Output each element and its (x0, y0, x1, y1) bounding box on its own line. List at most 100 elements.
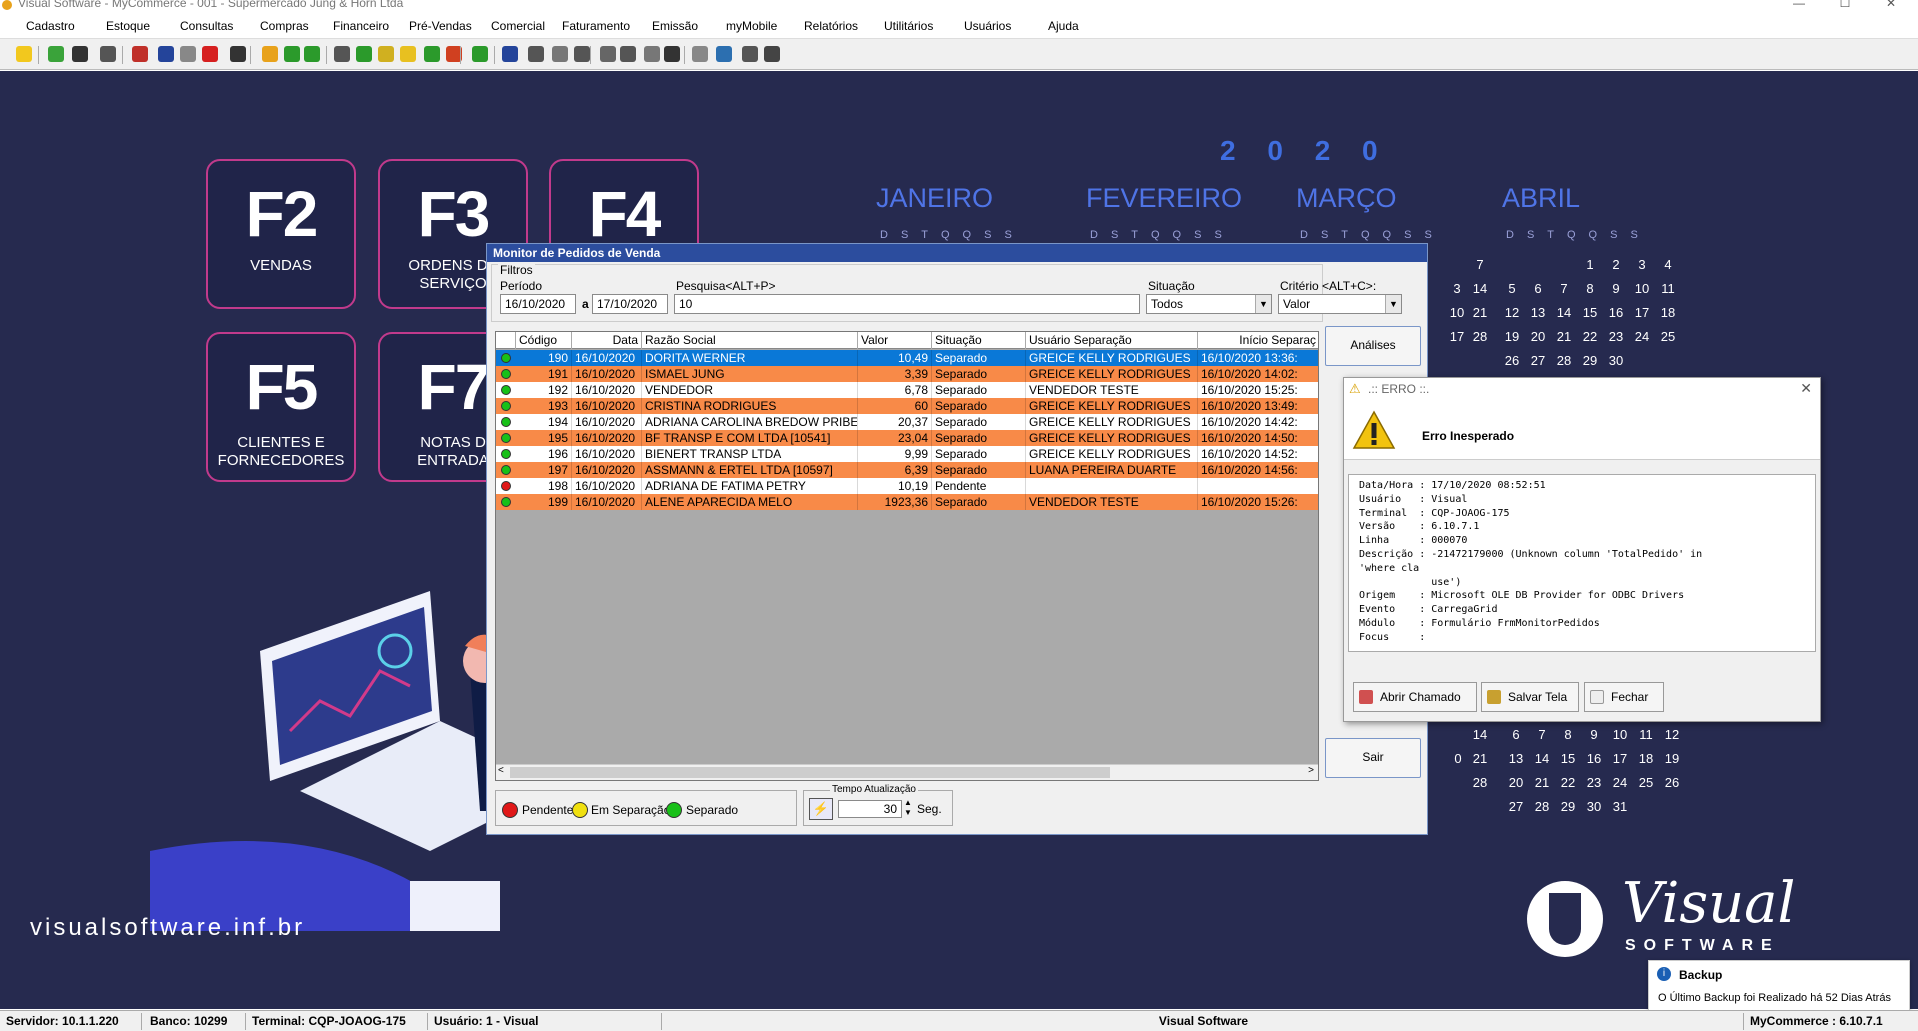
menu-usuarios[interactable]: Usuários (964, 19, 1011, 33)
toolbar-button-24[interactable] (600, 46, 616, 62)
menu-financeiro[interactable]: Financeiro (333, 19, 389, 33)
toolbar-button-25[interactable] (620, 46, 636, 62)
toolbar-button-14[interactable] (356, 46, 372, 62)
toolbar-button-1[interactable] (16, 46, 32, 62)
table-row[interactable]: 193 16/10/2020 CRISTINA RODRIGUES 60 Separad… (496, 398, 1318, 414)
menu-pre-vendas[interactable]: Pré-Vendas (409, 19, 472, 33)
fechar-label: Fechar (1611, 690, 1649, 704)
app-icon (2, 0, 12, 10)
toolbar-button-8[interactable] (202, 46, 218, 62)
table-row[interactable]: 196 16/10/2020 BIENERT TRANSP LTDA 9,99 Sepa… (496, 446, 1318, 462)
error-close-icon[interactable]: ✕ (1800, 380, 1812, 397)
toolbar-button-5[interactable] (132, 46, 148, 62)
table-row[interactable]: 195 16/10/2020 BF TRANSP E COM LTDA [10541… (496, 430, 1318, 446)
toolbar-button-9[interactable] (230, 46, 246, 62)
toolbar-button-6[interactable] (158, 46, 174, 62)
backup-notification[interactable]: i Backup O Último Backup foi Realizado h… (1648, 960, 1910, 1012)
tempo-input[interactable]: 30 (838, 800, 902, 818)
cell-razao: VENDEDOR (642, 382, 858, 398)
calendar-day: 9 (1590, 727, 1598, 742)
toolbar-button-13[interactable] (334, 46, 350, 62)
f5-clientes-fornecedores-tile[interactable]: F5 CLIENTES E FORNECEDORES (206, 332, 356, 482)
analises-button[interactable]: Análises (1325, 326, 1421, 366)
toolbar-button-31[interactable] (764, 46, 780, 62)
menu-estoque[interactable]: Estoque (106, 19, 150, 33)
fechar-button[interactable]: Fechar (1584, 682, 1664, 712)
calendar-day: 10 (1612, 727, 1628, 742)
toolbar-button-15[interactable] (378, 46, 394, 62)
toolbar-button-20[interactable] (502, 46, 518, 62)
refresh-lightning-icon[interactable]: ⚡ (809, 798, 833, 820)
f2-vendas-tile[interactable]: F2 VENDAS (206, 159, 356, 309)
menu-relatorios[interactable]: Relatórios (804, 19, 858, 33)
toolbar-button-21[interactable] (528, 46, 544, 62)
header-data[interactable]: Data (572, 332, 642, 349)
scroll-right-icon[interactable]: > (1308, 765, 1314, 776)
dow-marco: DSTQQSS (1300, 229, 1445, 241)
cell-data: 16/10/2020 (572, 398, 642, 414)
toolbar-button-26[interactable] (644, 46, 660, 62)
maximize-button[interactable]: ☐ (1830, 0, 1860, 12)
cell-inicio: 16/10/2020 13:36: (1198, 350, 1318, 366)
minimize-button[interactable]: — (1784, 0, 1814, 12)
toolbar-button-16[interactable] (400, 46, 416, 62)
menu-consultas[interactable]: Consultas (180, 19, 233, 33)
toolbar-button-17[interactable] (424, 46, 440, 62)
toolbar-button-10[interactable] (262, 46, 278, 62)
toolbar-button-22[interactable] (552, 46, 568, 62)
toolbar-button-11[interactable] (284, 46, 300, 62)
abrir-chamado-button[interactable]: Abrir Chamado (1353, 682, 1477, 712)
toolbar-button-30[interactable] (742, 46, 758, 62)
table-row[interactable]: 191 16/10/2020 ISMAEL JUNG 3,39 Separado GREI… (496, 366, 1318, 382)
status-bar: Servidor: 10.1.1.220 Banco: 10299 Termin… (0, 1010, 1918, 1031)
menu-emissao[interactable]: Emissão (652, 19, 698, 33)
tempo-spinner[interactable]: ▲ ▼ (904, 798, 912, 818)
toolbar-button-3[interactable] (72, 46, 88, 62)
error-heading: Erro Inesperado (1422, 429, 1515, 443)
toolbar-button-2[interactable] (48, 46, 64, 62)
toolbar-button-4[interactable] (100, 46, 116, 62)
header-razao-social[interactable]: Razão Social (642, 332, 858, 349)
header-usuario-separacao[interactable]: Usuário Separação (1026, 332, 1198, 349)
toolbar-button-29[interactable] (716, 46, 732, 62)
table-row[interactable]: 198 16/10/2020 ADRIANA DE FATIMA PETRY 10,1… (496, 478, 1318, 494)
error-details: Data/Hora : 17/10/2020 08:52:51 Usuário … (1348, 474, 1816, 652)
table-row[interactable]: 190 16/10/2020 DORITA WERNER 10,49 Separado G… (496, 350, 1318, 366)
situacao-select[interactable]: Todos ▼ (1146, 294, 1272, 314)
scroll-left-icon[interactable]: < (498, 765, 504, 776)
menu-faturamento[interactable]: Faturamento (562, 19, 630, 33)
status-usuario: Usuário: 1 - Visual (430, 1013, 662, 1030)
pesquisa-input[interactable]: 10 (674, 294, 1140, 314)
toolbar-button-28[interactable] (692, 46, 708, 62)
menu-cadastro[interactable]: Cadastro (26, 19, 75, 33)
menu-mymobile[interactable]: myMobile (726, 19, 777, 33)
menu-compras[interactable]: Compras (260, 19, 309, 33)
menu-utilitarios[interactable]: Utilitários (884, 19, 933, 33)
salvar-tela-button[interactable]: Salvar Tela (1481, 682, 1579, 712)
header-inicio-separacao[interactable]: Início Separaç (1198, 332, 1318, 349)
toolbar-button-27[interactable] (664, 46, 680, 62)
table-row[interactable]: 199 16/10/2020 ALENE APARECIDA MELO 1923,36… (496, 494, 1318, 510)
toolbar-button-7[interactable] (180, 46, 196, 62)
calendar-day: 13 (1530, 305, 1546, 320)
sair-button[interactable]: Sair (1325, 738, 1421, 778)
header-valor[interactable]: Valor (858, 332, 932, 349)
toolbar-button-23[interactable] (574, 46, 590, 62)
menu-comercial[interactable]: Comercial (491, 19, 545, 33)
toolbar-button-19[interactable] (472, 46, 488, 62)
toolbar-button-12[interactable] (304, 46, 320, 62)
header-codigo[interactable]: Código (516, 332, 572, 349)
criterio-select[interactable]: Valor ▼ (1278, 294, 1402, 314)
scroll-thumb[interactable] (510, 767, 1110, 778)
menu-ajuda[interactable]: Ajuda (1048, 19, 1079, 33)
horizontal-scrollbar[interactable]: < > (496, 764, 1318, 780)
table-row[interactable]: 194 16/10/2020 ADRIANA CAROLINA BREDOW PRI… (496, 414, 1318, 430)
table-row[interactable]: 197 16/10/2020 ASSMANN & ERTEL LTDA [10597… (496, 462, 1318, 478)
date-to-input[interactable]: 17/10/2020 (592, 294, 668, 314)
status-servidor: Servidor: 10.1.1.220 (2, 1013, 142, 1030)
calendar-day: 26 (1664, 775, 1680, 790)
date-from-input[interactable]: 16/10/2020 (500, 294, 576, 314)
close-button[interactable]: ✕ (1876, 0, 1906, 12)
table-row[interactable]: 192 16/10/2020 VENDEDOR 6,78 Separado VENDEDO… (496, 382, 1318, 398)
header-situacao[interactable]: Situação (932, 332, 1026, 349)
